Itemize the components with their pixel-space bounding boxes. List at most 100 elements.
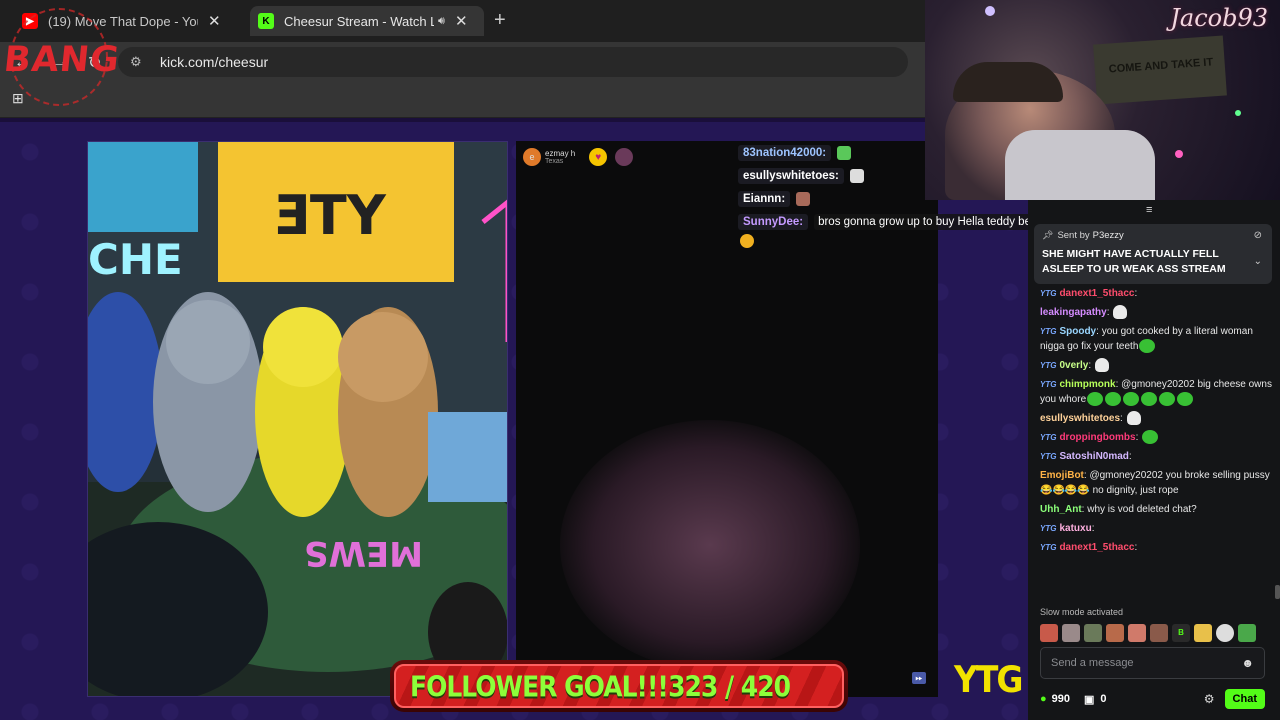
pepe-emote-icon	[1177, 392, 1194, 407]
pepe-emote-icon	[1087, 392, 1104, 407]
chat-message: EmojiBot: @gmoney20202 you broke selling…	[1040, 466, 1276, 500]
pepe-emote-icon	[1139, 339, 1156, 354]
overlay-username: SunnyDee:	[738, 213, 809, 230]
sent-by-user: P3ezzy	[1092, 230, 1124, 241]
ytg-brand: YTG	[954, 658, 1023, 701]
emote-icon[interactable]	[1150, 624, 1168, 642]
colon: :	[1106, 307, 1113, 318]
close-tab-icon[interactable]: ✕	[455, 12, 468, 30]
emote-icon[interactable]	[1062, 624, 1080, 642]
emoji-icon[interactable]: ☻	[1241, 656, 1254, 670]
channel-points[interactable]: ● 990	[1040, 693, 1070, 705]
close-tab-icon[interactable]: ✕	[208, 12, 221, 30]
chat-username[interactable]: katuxu	[1059, 523, 1091, 534]
emote-icon[interactable]	[1238, 624, 1256, 642]
svg-text:MEWS: MEWS	[304, 533, 423, 573]
webcam-signature: Jacob93	[1170, 4, 1268, 32]
bang-logo-text: BANG	[1, 40, 122, 80]
pinned-sender: 📌︎ Sent by P3ezzy	[1042, 230, 1264, 241]
chevron-down-icon[interactable]: ⌄	[1254, 256, 1262, 267]
speaker-icon[interactable]: 🔊︎	[438, 15, 445, 28]
chat-message: YTG SatoshiN0mad:	[1040, 447, 1276, 466]
emote-icon[interactable]: B	[1172, 624, 1190, 642]
chat-message: YTG droppingbombs:	[1040, 428, 1276, 447]
ytg-badge: YTG	[1040, 361, 1057, 370]
chat-messages: YTG danext1_5thacc: leakingapathy: YTG Spo…	[1040, 284, 1276, 557]
new-tab-icon[interactable]: +	[494, 9, 506, 32]
chat-message: YTG Spoody: you got cooked by a literal w…	[1040, 322, 1276, 356]
chat-username[interactable]: 0verly	[1059, 360, 1088, 371]
svg-text:ƎTY: ƎTY	[273, 184, 387, 247]
browser-tab-bar: ▶ (19) Move That Dope - YouTube ✕ K Chee…	[0, 0, 925, 42]
send-chat-button[interactable]: Chat	[1224, 689, 1265, 709]
chat-username[interactable]: chimpmonk	[1059, 379, 1115, 390]
ytg-badge: YTG	[1040, 289, 1057, 298]
colon: :	[1091, 523, 1095, 534]
chat-username[interactable]: SatoshiN0mad	[1059, 451, 1128, 462]
emote-icon[interactable]	[1216, 624, 1234, 642]
pepe-emote-icon	[1159, 392, 1176, 407]
hide-pin-icon[interactable]: ⊘	[1254, 230, 1262, 241]
box-counter[interactable]: ▣ 0	[1084, 693, 1107, 706]
colon: :	[1134, 288, 1138, 299]
chat-input[interactable]: Send a message ☻	[1040, 647, 1265, 679]
streamer-webcam: COME AND TAKE IT Jacob93	[925, 0, 1280, 200]
emote-icon[interactable]	[1084, 624, 1102, 642]
url-text: kick.com/cheesur	[160, 54, 269, 70]
chat-username[interactable]: esullyswhitetoes	[1040, 413, 1120, 424]
guest-face	[560, 420, 860, 670]
flag-text: COME AND TAKE IT	[1108, 56, 1214, 76]
follower-goal-bar: FOLLOWER GOAL!!! 323 / 420	[390, 660, 848, 712]
chat-username[interactable]: leakingapathy	[1040, 307, 1107, 318]
light-dot	[1175, 150, 1183, 158]
chat-username[interactable]: danext1_5thacc	[1059, 542, 1134, 553]
overlay-chat-line: SunnyDee: bros gonna grow up to buy Hell…	[738, 210, 1051, 233]
pinned-text: SHE MIGHT HAVE ACTUALLY FELL ASLEEP TO U…	[1042, 248, 1226, 275]
colon: :	[1120, 413, 1126, 424]
emote-icon[interactable]	[1194, 624, 1212, 642]
emote-icon	[849, 168, 864, 183]
emote-icon	[796, 191, 811, 206]
chat-message: YTG danext1_5thacc:	[1040, 538, 1276, 557]
emote-icon[interactable]	[1106, 624, 1124, 642]
chat-collapse-icon[interactable]: ≡	[1146, 204, 1158, 216]
ytg-badge: YTG	[1040, 380, 1057, 389]
chat-username[interactable]: danext1_5thacc	[1059, 288, 1134, 299]
ytg-badge: YTG	[1040, 433, 1057, 442]
pepe-emote-icon	[1123, 392, 1140, 407]
hat	[953, 62, 1063, 102]
chat-username[interactable]: Spoody	[1059, 326, 1096, 337]
emote-icon[interactable]	[1040, 624, 1058, 642]
chat-message: leakingapathy:	[1040, 303, 1276, 322]
chat-username[interactable]: EmojiBot	[1040, 470, 1084, 481]
chat-username[interactable]: Uhh_Ant	[1040, 504, 1082, 515]
chat-scrollbar[interactable]	[1275, 585, 1280, 599]
points-icon: ●	[1040, 693, 1047, 705]
left-camera-feed: ƎTY CHE MEWS	[87, 141, 508, 697]
ytg-badge: YTG	[1040, 452, 1057, 461]
fast-forward-icon[interactable]: ⏩︎	[912, 672, 926, 684]
guest-tag: e ezmay h Texas ♥	[523, 148, 634, 166]
chat-message: esullyswhitetoes:	[1040, 409, 1276, 428]
emote-icon	[837, 145, 852, 160]
pepe-emote-icon	[1141, 392, 1158, 407]
address-field[interactable]: ⚙︎ kick.com/cheesur	[118, 47, 908, 77]
skull-emote-icon	[1113, 305, 1128, 320]
heart-icon: ♥	[589, 148, 608, 166]
box-value: 0	[1100, 693, 1107, 705]
overlay-message: bros gonna grow up to buy Hella teddy be…	[814, 213, 1051, 230]
colon: :	[1128, 451, 1132, 462]
chat-footer: ● 990 ▣ 0 ⚙︎ Chat	[1040, 688, 1265, 710]
emote-icon[interactable]	[1128, 624, 1146, 642]
tab-kick[interactable]: K Cheesur Stream - Watch Live 🔊︎ ✕	[250, 6, 484, 36]
overlay-username: esullyswhitetoes:	[738, 167, 844, 184]
colon: :	[1088, 360, 1094, 371]
overlay-username: Eiannn:	[738, 190, 791, 207]
pepe-emote-icon	[1142, 430, 1159, 445]
room-scene: ƎTY CHE MEWS	[88, 142, 507, 696]
gear-icon[interactable]: ⚙︎	[1204, 692, 1215, 706]
site-settings-icon[interactable]: ⚙︎	[130, 54, 146, 70]
chat-message: YTG chimpmonk: @gmoney20202 big cheese ow…	[1040, 375, 1276, 409]
bang-logo: BANG	[2, 6, 122, 108]
chat-username[interactable]: droppingbombs	[1059, 432, 1135, 443]
